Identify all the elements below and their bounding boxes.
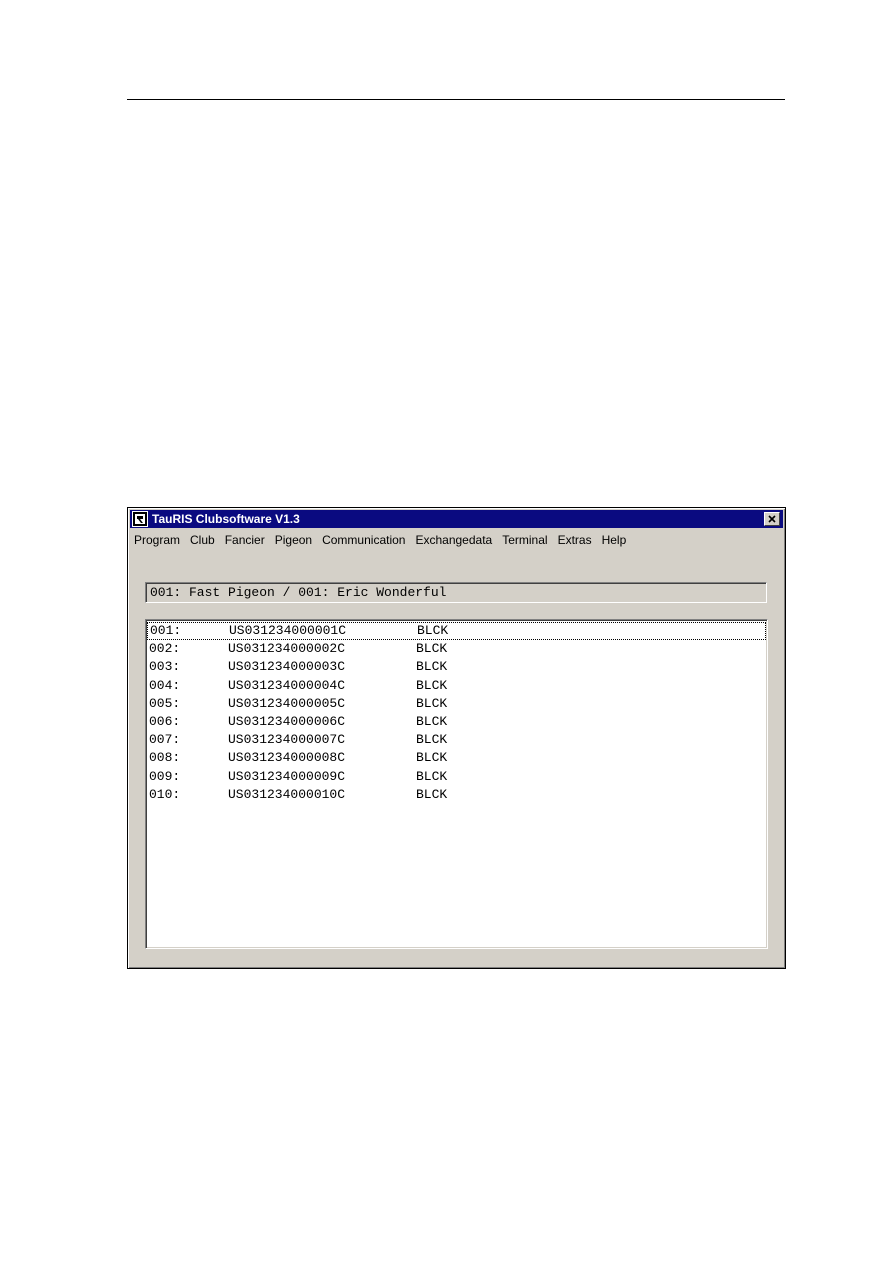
list-item[interactable]: 005: US031234000005C BLCK (146, 695, 767, 713)
pigeon-color: BLCK (416, 713, 448, 729)
menu-fancier[interactable]: Fancier (220, 531, 270, 549)
pigeon-color: BLCK (416, 641, 448, 657)
app-window: TauRIS Clubsoftware V1.3 Program Club Fa… (127, 507, 786, 969)
tauris-app-icon[interactable] (132, 511, 148, 527)
close-button[interactable] (764, 512, 780, 526)
ring-number: US031234000006C (228, 713, 346, 729)
pigeon-number: 004: (149, 677, 181, 693)
page-header-rule (127, 99, 785, 100)
menu-help[interactable]: Help (597, 531, 632, 549)
pigeon-color: BLCK (417, 623, 449, 638)
pigeon-color: BLCK (416, 732, 448, 748)
pigeon-color: BLCK (416, 786, 448, 802)
list-item[interactable]: 010: US031234000010C BLCK (146, 786, 767, 804)
ring-number: US031234000007C (228, 732, 346, 748)
ring-number: US031234000010C (228, 786, 346, 802)
pigeon-color: BLCK (416, 677, 448, 693)
menu-extras[interactable]: Extras (553, 531, 597, 549)
list-item[interactable]: 007: US031234000007C BLCK (146, 731, 767, 749)
ring-number: US031234000001C (229, 623, 347, 638)
pigeon-number: 005: (149, 695, 181, 711)
list-item[interactable]: 003: US031234000003C BLCK (146, 658, 767, 676)
list-item[interactable]: 008: US031234000008C BLCK (146, 749, 767, 767)
pigeon-color: BLCK (416, 695, 448, 711)
menu-program[interactable]: Program (132, 531, 185, 549)
menu-club[interactable]: Club (185, 531, 220, 549)
club-fancier-field[interactable]: 001: Fast Pigeon / 001: Eric Wonderful (145, 582, 767, 603)
pigeon-number: 001: (150, 623, 182, 638)
list-item[interactable]: 004: US031234000004C BLCK (146, 677, 767, 695)
pigeon-number: 003: (149, 659, 181, 675)
pigeon-number: 010: (149, 786, 181, 802)
pigeon-color: BLCK (416, 659, 448, 675)
title-bar[interactable]: TauRIS Clubsoftware V1.3 (130, 510, 783, 528)
pigeon-number: 006: (149, 713, 181, 729)
menu-terminal[interactable]: Terminal (497, 531, 552, 549)
close-icon (768, 515, 776, 523)
pigeon-color: BLCK (416, 750, 448, 766)
ring-number: US031234000005C (228, 695, 346, 711)
ring-number: US031234000009C (228, 768, 346, 784)
menu-bar: Program Club Fancier Pigeon Communicatio… (132, 530, 781, 550)
ring-number: US031234000008C (228, 750, 346, 766)
pigeon-color: BLCK (416, 768, 448, 784)
pigeon-number: 007: (149, 732, 181, 748)
ring-number: US031234000003C (228, 659, 346, 675)
list-item[interactable]: 009: US031234000009C BLCK (146, 768, 767, 786)
pigeon-number: 008: (149, 750, 181, 766)
pigeon-number: 002: (149, 641, 181, 657)
list-item[interactable]: 006: US031234000006C BLCK (146, 713, 767, 731)
pigeon-list[interactable]: 001: US031234000001C BLCK 002: US0312340… (145, 619, 768, 949)
pigeon-number: 009: (149, 768, 181, 784)
menu-exchangedata[interactable]: Exchangedata (410, 531, 497, 549)
menu-pigeon[interactable]: Pigeon (270, 531, 317, 549)
list-item[interactable]: 001: US031234000001C BLCK (147, 622, 766, 641)
ring-number: US031234000002C (228, 641, 346, 657)
menu-communication[interactable]: Communication (317, 531, 410, 549)
list-item[interactable]: 002: US031234000002C BLCK (146, 640, 767, 658)
ring-number: US031234000004C (228, 677, 346, 693)
window-title: TauRIS Clubsoftware V1.3 (152, 512, 300, 526)
